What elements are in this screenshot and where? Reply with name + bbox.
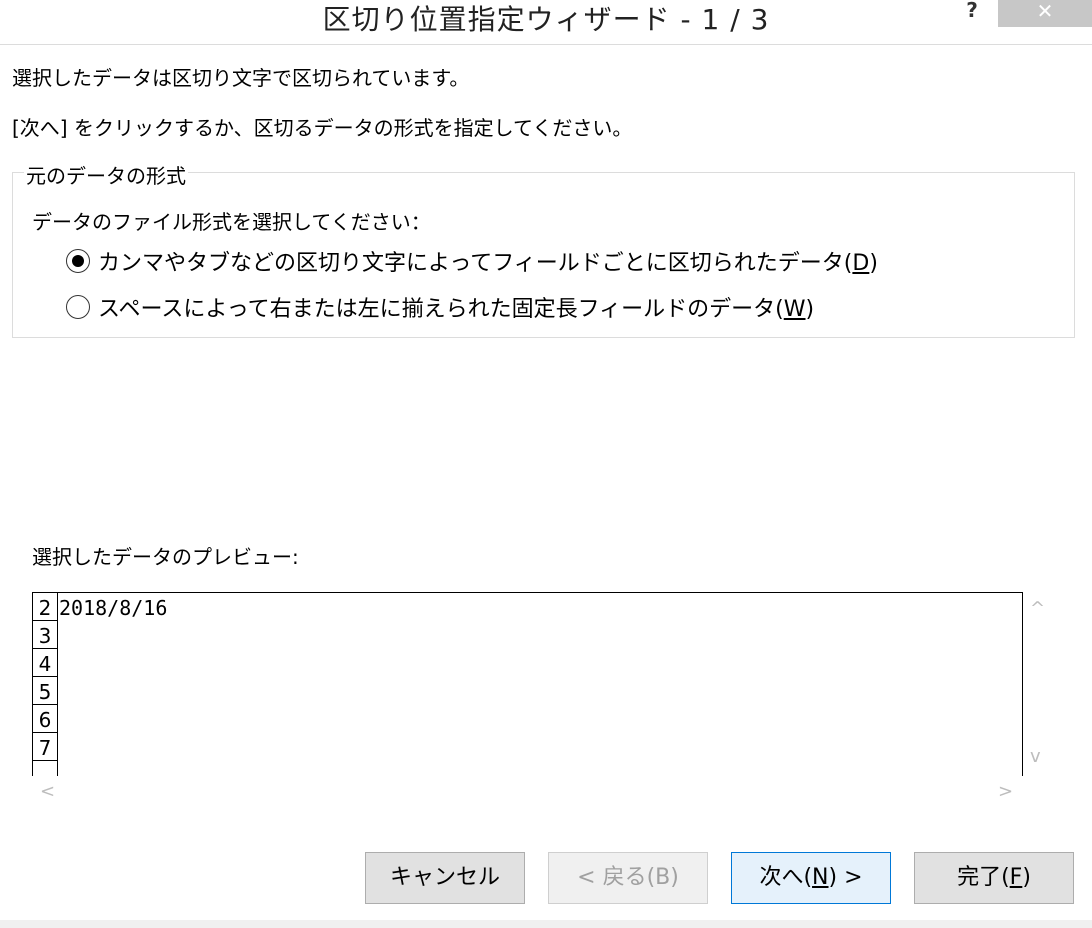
group-legend: 元のデータの形式 <box>24 160 188 189</box>
row-number: 6 <box>33 705 57 733</box>
delimited-option[interactable]: カンマやタブなどの区切り文字によってフィールドごとに区切られたデータ(D) <box>66 246 878 276</box>
preview-label: 選択したデータのプレビュー: <box>32 545 299 569</box>
radio-button-fixed-width[interactable] <box>66 295 90 319</box>
scroll-down-arrow-icon[interactable]: v <box>1030 746 1041 767</box>
intro-line-1: 選択したデータは区切り文字で区切られています。 <box>12 66 470 90</box>
preview-cell: 2018/8/16 <box>59 596 168 620</box>
close-button[interactable]: ✕ <box>998 0 1092 27</box>
delimited-option-label: カンマやタブなどの区切り文字によってフィールドごとに区切られたデータ(D) <box>98 251 878 276</box>
radio-selected-dot <box>72 255 84 267</box>
data-preview[interactable]: 2 3 4 5 6 7 2018/8/16 <box>32 592 1023 776</box>
radio-button-delimited[interactable] <box>66 249 90 273</box>
row-number: 5 <box>33 677 57 705</box>
scroll-right-arrow-icon[interactable]: > <box>998 781 1013 802</box>
finish-button[interactable]: 完了(F) <box>914 852 1074 904</box>
title-bar: 区切り位置指定ウィザード - 1 / 3 ? ✕ <box>0 0 1092 45</box>
fixed-width-option[interactable]: スペースによって右または左に揃えられた固定長フィールドのデータ(W) <box>66 292 814 322</box>
intro-line-2: [次へ] をクリックするか、区切るデータの形式を指定してください。 <box>12 116 633 140</box>
row-number: 7 <box>33 733 57 761</box>
cancel-button[interactable]: キャンセル <box>365 852 525 904</box>
help-button[interactable]: ? <box>956 0 988 26</box>
row-number: 4 <box>33 649 57 677</box>
next-button[interactable]: 次へ(N) > <box>731 852 891 904</box>
fixed-width-option-label: スペースによって右または左に揃えられた固定長フィールドのデータ(W) <box>98 297 815 322</box>
dialog-bottom-edge <box>0 920 1092 928</box>
format-prompt: データのファイル形式を選択してください： <box>32 210 431 234</box>
row-number: 3 <box>33 621 57 649</box>
scroll-left-arrow-icon[interactable]: < <box>40 781 55 802</box>
window-title: 区切り位置指定ウィザード - 1 / 3 <box>322 3 770 36</box>
row-number: 2 <box>33 593 57 621</box>
back-button[interactable]: < 戻る(B) <box>548 852 708 904</box>
scroll-up-arrow-icon[interactable]: ^ <box>1030 598 1045 619</box>
